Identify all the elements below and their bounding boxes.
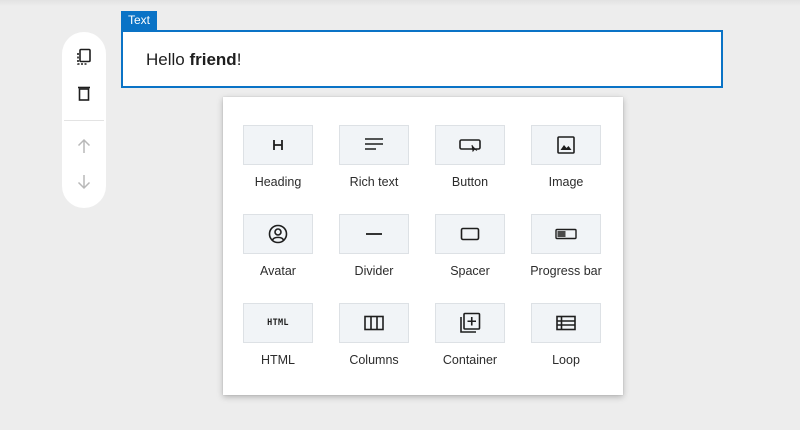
avatar-icon [268,224,288,244]
text-plain: Hello [146,50,190,69]
move-up-button[interactable] [72,134,96,158]
inserter-item-label: Container [442,353,498,367]
inserter-item-label: Rich text [349,175,399,189]
delete-button[interactable] [72,81,96,105]
inserter-item-rich-text[interactable]: Rich text [319,125,415,205]
inserter-item-label: Progress bar [530,264,602,278]
loop-tile [531,303,601,343]
inserter-item-label: HTML [260,353,296,367]
block-type-tag: Text [121,11,158,30]
button-tile [435,125,505,165]
duplicate-icon [77,48,91,65]
inserter-item-label: Spacer [450,264,490,278]
inserter-item-label: Button [451,175,489,189]
inserter-item-columns[interactable]: Columns [319,303,415,383]
progress-bar-icon [555,228,577,240]
image-tile [531,125,601,165]
inserter-item-heading[interactable]: Heading [223,125,319,205]
container-icon [460,312,481,333]
inserter-item-label: Divider [354,264,394,278]
html-tile: HTML [243,303,313,343]
spacer-icon [460,227,480,241]
inserter-item-button[interactable]: Button [415,125,511,205]
arrow-down-icon [77,175,91,190]
inserter-item-container[interactable]: Container [415,303,511,383]
columns-icon [364,315,384,331]
inserter-item-label: Image [548,175,584,189]
button-icon [459,139,481,152]
heading-icon [273,140,283,150]
html-icon: HTML [267,318,289,328]
inserter-item-label: Avatar [260,264,296,278]
rich-text-icon [365,138,383,150]
columns-tile [339,303,409,343]
progress-bar-tile [531,214,601,254]
text-block[interactable]: Hello friend! [121,30,723,88]
avatar-tile [243,214,313,254]
text-bold: friend [189,50,237,69]
rich-text-tile [339,125,409,165]
spacer-tile [435,214,505,254]
duplicate-button[interactable] [72,45,96,69]
inserter-item-image[interactable]: Image [511,125,607,205]
inserter-item-html[interactable]: HTML HTML [223,303,319,383]
inserter-item-divider[interactable]: Divider [319,214,415,294]
toolbar-separator [64,120,104,121]
block-toolbar [62,32,106,208]
inserter-item-avatar[interactable]: Avatar [223,214,319,294]
inserter-item-label: Loop [552,353,580,367]
text-plain-end: ! [236,50,242,69]
inserter-item-progress-bar[interactable]: Progress bar [511,214,607,294]
inserter-item-label: Columns [349,353,399,367]
block-inserter-panel: Heading Rich text Button Image Avatar Di… [223,97,623,395]
text-block-content[interactable]: Hello friend! [146,50,241,70]
inserter-item-label: Heading [254,175,302,189]
arrow-up-icon [77,138,91,153]
divider-icon [366,233,382,235]
image-icon [557,136,575,154]
inserter-item-spacer[interactable]: Spacer [415,214,511,294]
inserter-item-loop[interactable]: Loop [511,303,607,383]
top-shadow [0,0,800,6]
trash-icon [78,86,90,101]
container-tile [435,303,505,343]
heading-tile [243,125,313,165]
loop-icon [556,315,576,331]
move-down-button[interactable] [72,170,96,194]
divider-tile [339,214,409,254]
